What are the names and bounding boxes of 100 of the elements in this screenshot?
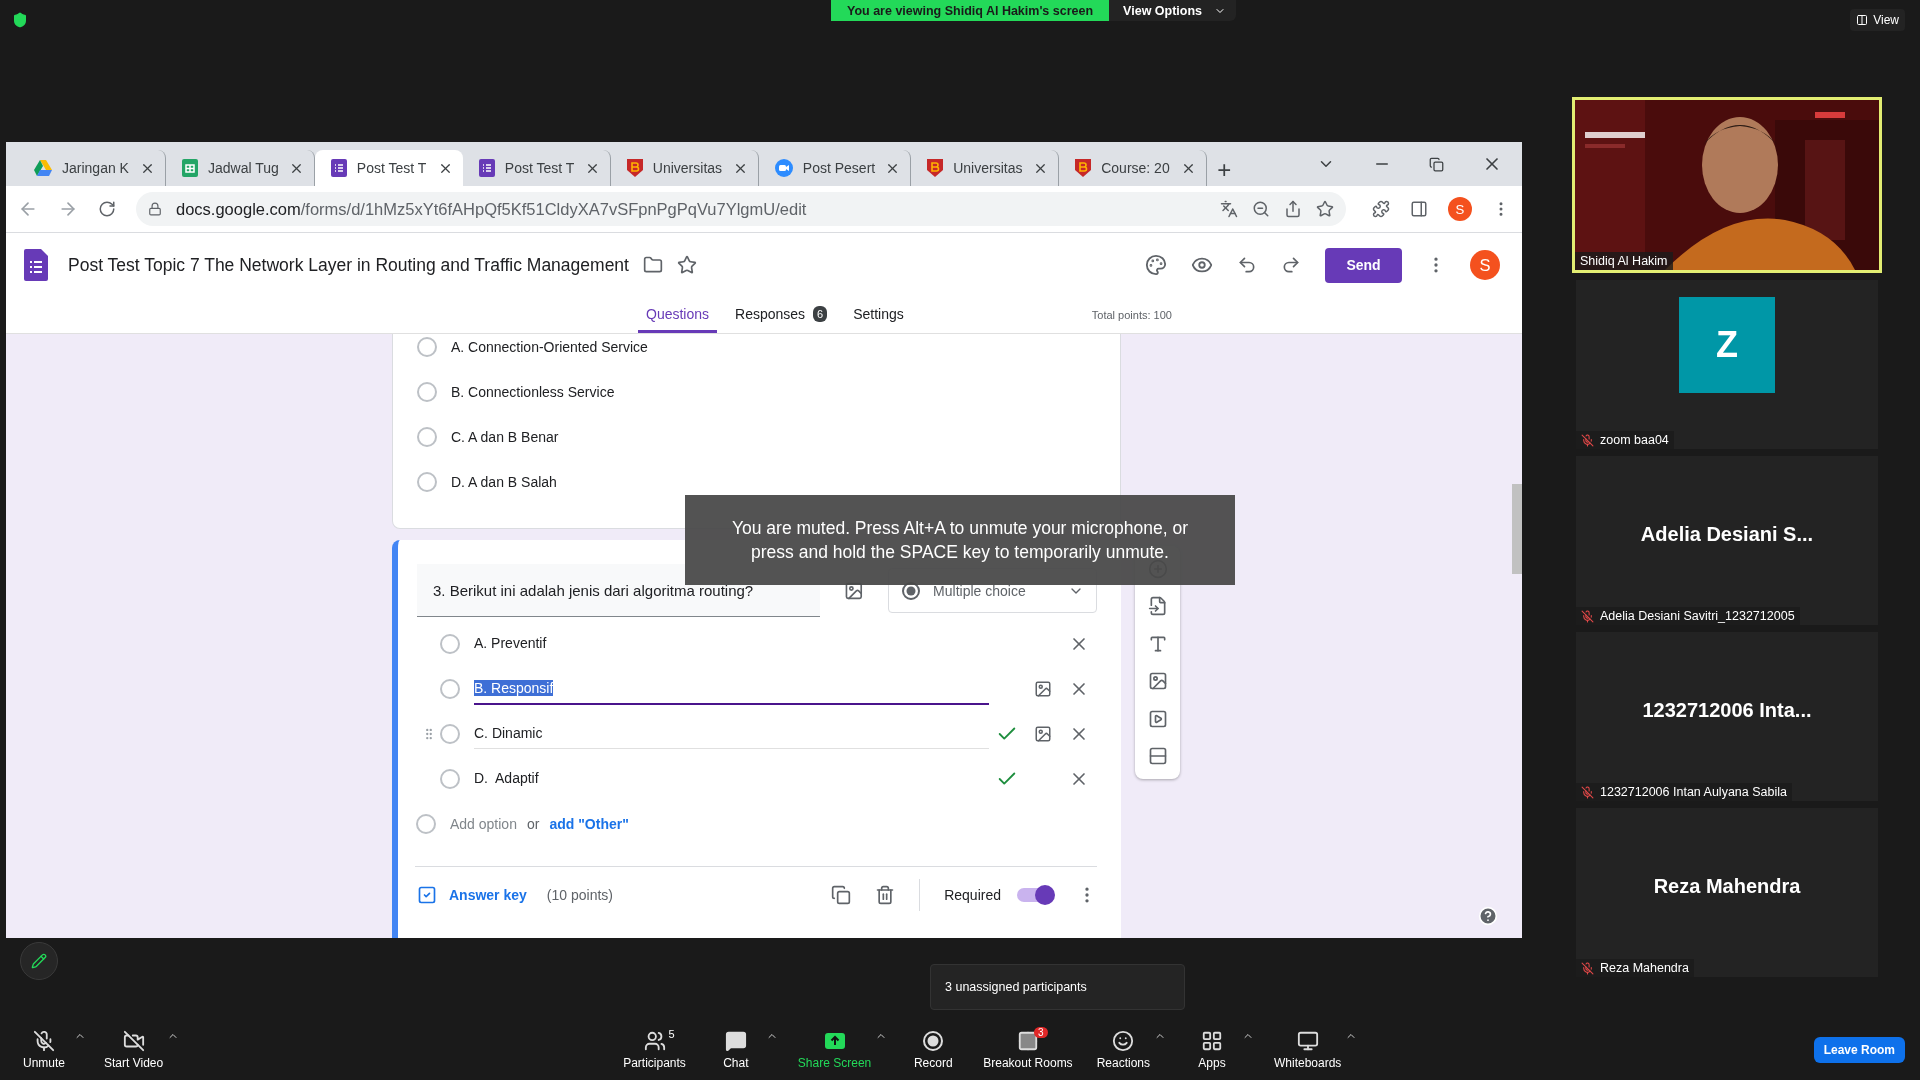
form-tab[interactable]: Responses 6 <box>727 297 836 333</box>
side-panel-icon[interactable] <box>1410 200 1428 218</box>
radio-button[interactable] <box>440 633 460 654</box>
delete-icon[interactable] <box>875 885 896 905</box>
translate-icon[interactable] <box>1220 200 1238 218</box>
tab-title: Jaringan K <box>62 160 130 176</box>
toolbar-button[interactable]: Apps <box>1182 1030 1242 1070</box>
duplicate-icon[interactable] <box>831 885 852 905</box>
breakout-rooms-icon <box>1016 1030 1039 1052</box>
toolbar-button[interactable]: Whiteboards <box>1270 1030 1346 1070</box>
tooltip: 3 unassigned participants <box>930 964 1185 1010</box>
tab-title: Post Test T <box>356 160 428 176</box>
browser-tab[interactable]: Jadwal Tug <box>166 150 315 186</box>
toolbar-button[interactable]: Reactions <box>1092 1030 1154 1070</box>
participant-name: Reza Mahendra <box>1576 959 1694 977</box>
address-bar[interactable]: docs.google.com/forms/d/1hMz5xYt6fAHpQf5Kf51CldyXA7vSFpnPgPqVu7YlgmU/edit <box>136 192 1346 226</box>
url-text: docs.google.com/forms/d/1hMz5xYt6fAHpQf5Kf51CldyXA7vSFpnPgPqVu7YlgmU/edit <box>176 199 808 219</box>
import-icon[interactable] <box>1147 596 1168 617</box>
browser-tab[interactable]: Course: 20 <box>1059 150 1208 186</box>
toolbar-button[interactable]: Chat <box>705 1030 766 1070</box>
palette-icon[interactable] <box>1145 254 1167 276</box>
forms-icon <box>478 159 495 177</box>
total-points: Total points: 100 <box>1091 309 1172 321</box>
checkbox-icon <box>417 885 437 905</box>
pencil-icon <box>31 953 47 969</box>
star-icon[interactable] <box>676 255 697 275</box>
tab-title: Post Test T <box>504 160 575 176</box>
radio-button[interactable] <box>417 426 437 447</box>
option-field[interactable]: B. Responsif <box>474 672 989 705</box>
browser-tab[interactable]: Universitas <box>911 150 1060 186</box>
zoom-out-icon[interactable] <box>1252 200 1270 218</box>
radio-button[interactable] <box>417 471 437 492</box>
participant-name: Adelia Desiani Savitri_1232712005 <box>1576 607 1800 625</box>
leave-room-button[interactable]: Leave Room <box>1813 1037 1905 1063</box>
send-button[interactable]: Send <box>1325 247 1402 283</box>
required-label: Required <box>944 887 1001 903</box>
tab-title: Jadwal Tug <box>208 160 279 176</box>
redo-icon[interactable] <box>1281 255 1301 275</box>
tab-title: Universitas <box>652 160 723 176</box>
browser-tab[interactable]: Universitas <box>610 150 759 186</box>
radio-button[interactable] <box>440 723 460 744</box>
view-button[interactable]: View <box>1850 9 1905 31</box>
shield-logo-icon <box>1075 159 1092 177</box>
section-icon[interactable] <box>1147 746 1168 767</box>
share-icon[interactable] <box>1284 200 1302 218</box>
radio-button[interactable] <box>440 768 460 789</box>
share-screen-icon <box>823 1030 846 1052</box>
toolbar-button[interactable]: Record <box>903 1030 964 1070</box>
sheets-icon <box>182 159 198 177</box>
radio-button[interactable] <box>417 381 437 402</box>
muted-icon <box>1581 609 1594 623</box>
option-label: C. A dan B Benar <box>451 428 559 445</box>
folder-icon[interactable] <box>642 255 663 275</box>
layout-icon <box>1856 14 1869 26</box>
new-tab-button[interactable]: + <box>1217 158 1232 182</box>
chat-icon <box>724 1030 747 1052</box>
form-tab[interactable]: Settings <box>845 297 912 333</box>
answer-key-button[interactable]: Answer key <box>417 885 527 905</box>
mic-off-icon <box>33 1030 55 1052</box>
option-field[interactable]: A. Preventif <box>474 628 989 659</box>
participant-name: Shidiq Al Hakim <box>1575 252 1673 270</box>
image-icon[interactable] <box>1147 671 1168 692</box>
image-icon[interactable] <box>1034 679 1052 698</box>
display-name: Reza Mahendra <box>1653 875 1801 898</box>
browser-tab[interactable]: Post Test T <box>314 150 463 186</box>
required-switch[interactable] <box>1017 888 1053 902</box>
forms-logo-icon <box>24 249 48 281</box>
reactions-icon <box>1112 1030 1135 1052</box>
option-field[interactable]: D. Adaptif <box>474 763 989 794</box>
or-text: or <box>526 815 540 832</box>
browser-tab[interactable]: Jaringan K <box>18 150 166 186</box>
reload-icon[interactable] <box>98 200 116 218</box>
option-field[interactable]: C. Dinamic <box>474 718 989 749</box>
security-shield-icon[interactable] <box>12 12 28 28</box>
display-name: Adelia Desiani S... <box>1640 523 1814 546</box>
annotate-button[interactable] <box>20 942 58 980</box>
toolbar-button[interactable]: 5 Participants <box>619 1030 690 1070</box>
radio-outline-icon <box>416 813 436 834</box>
toolbar-button[interactable]: Start Video <box>100 1030 168 1070</box>
help-icon[interactable] <box>1478 906 1498 926</box>
toolbar-button[interactable]: 3 Breakout Rooms <box>979 1030 1077 1070</box>
view-options-button[interactable]: View Options <box>1109 0 1237 21</box>
bookmark-star-icon[interactable] <box>1316 200 1334 218</box>
browser-tab[interactable]: Post Test T <box>462 150 611 186</box>
add-option-text[interactable]: Add option <box>450 815 517 832</box>
browser-tab[interactable]: Post Pesert <box>758 150 912 186</box>
extensions-icon[interactable] <box>1372 200 1390 218</box>
radio-button[interactable] <box>417 336 437 357</box>
option-label: A. Connection-Oriented Service <box>451 338 648 355</box>
forms-icon <box>330 159 347 177</box>
add-other-link[interactable]: add "Other" <box>549 815 629 832</box>
radio-button[interactable] <box>440 678 460 699</box>
undo-icon[interactable] <box>1237 255 1257 275</box>
video-icon[interactable] <box>1147 708 1168 729</box>
toolbar-button[interactable]: Share Screen <box>793 1030 876 1070</box>
participants-icon <box>643 1030 666 1052</box>
restore-icon[interactable] <box>1429 156 1444 172</box>
scrollbar[interactable] <box>1512 484 1522 574</box>
image-icon[interactable] <box>1034 724 1052 743</box>
toolbar-button[interactable]: Unmute <box>14 1030 74 1070</box>
